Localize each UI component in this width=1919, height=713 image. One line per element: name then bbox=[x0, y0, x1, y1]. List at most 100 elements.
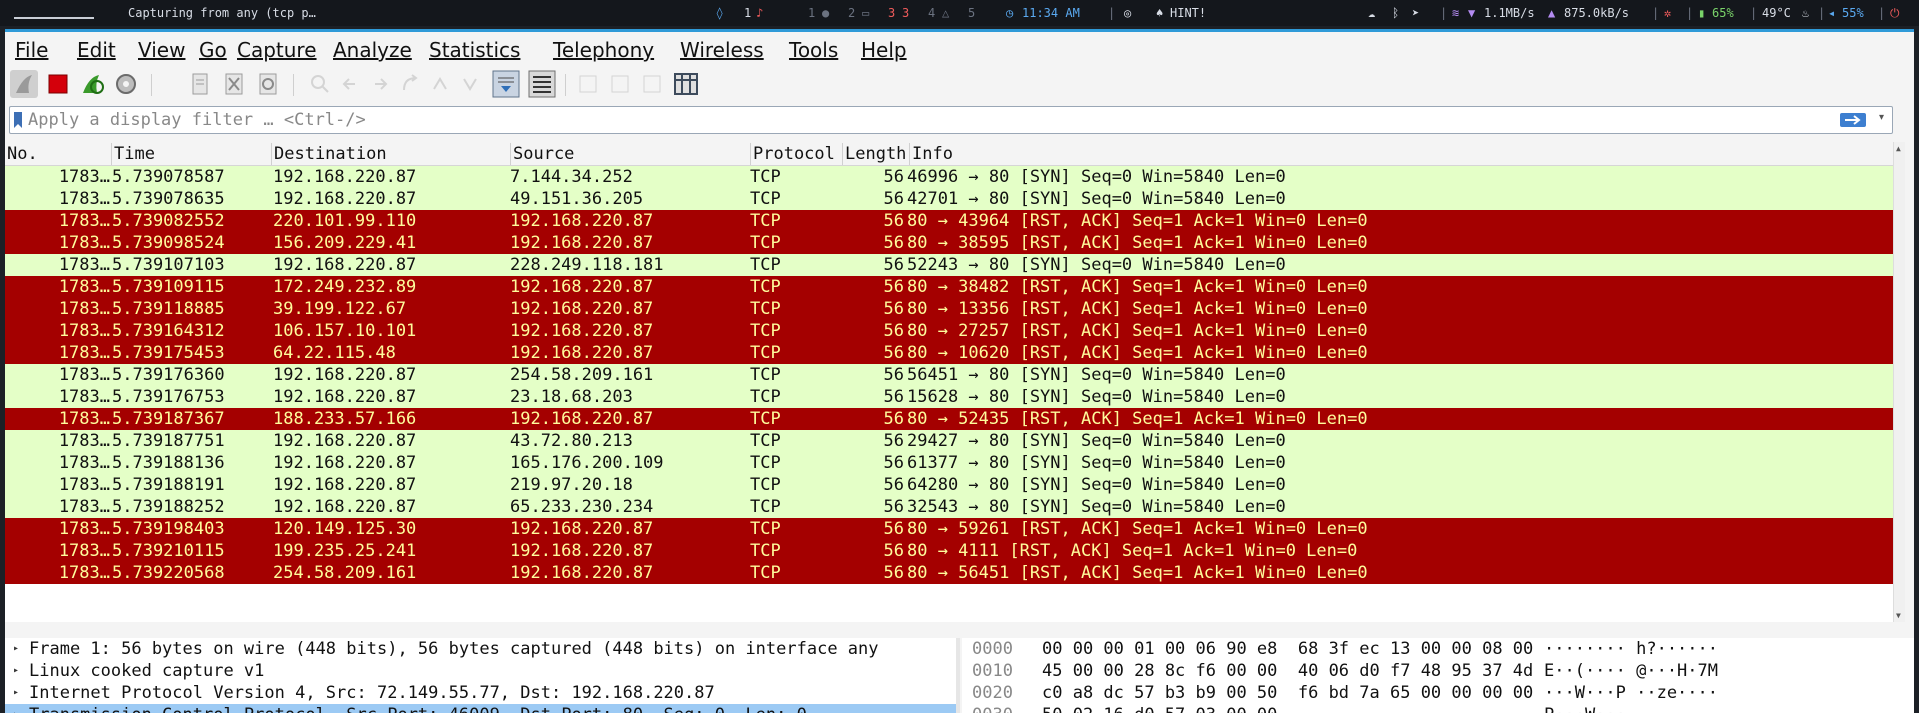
packet-row[interactable]: 1783… 5.739175453 64.22.115.48 192.168.220.… bbox=[5, 342, 1901, 364]
hex-ascii[interactable]: ········ h?······ bbox=[1544, 638, 1718, 660]
menu-tools[interactable]: Tools bbox=[789, 38, 838, 62]
menu-help[interactable]: Help bbox=[861, 38, 907, 62]
scroll-up-icon[interactable]: ▲ bbox=[1896, 144, 1901, 153]
go-forward-button[interactable] bbox=[365, 69, 395, 99]
detail-tree-item[interactable]: ▸ Transmission Control Protocol, Src Port… bbox=[5, 704, 956, 713]
volume-icon[interactable]: ◂ bbox=[1828, 0, 1835, 26]
menu-telephony[interactable]: Telephony bbox=[553, 38, 654, 62]
expand-arrow-icon[interactable]: ▸ bbox=[13, 638, 19, 660]
clock-time[interactable]: 11:34 AM bbox=[1022, 0, 1080, 26]
zoom-out-button[interactable] bbox=[605, 69, 635, 99]
autoscroll-button[interactable] bbox=[491, 69, 521, 99]
close-file-button[interactable] bbox=[219, 69, 249, 99]
open-file-button[interactable] bbox=[185, 69, 215, 99]
packet-row[interactable]: 1783… 5.739188136 192.168.220.87 165.176.20… bbox=[5, 452, 1901, 474]
hex-offset[interactable]: 0030 bbox=[972, 704, 1013, 713]
workspace-1[interactable]: 1 bbox=[808, 0, 815, 26]
col-header-protocol[interactable]: Protocol bbox=[751, 143, 843, 165]
detail-tree-item[interactable]: ▸ Frame 1: 56 bytes on wire (448 bits), 5… bbox=[5, 638, 956, 660]
power-icon[interactable]: ⏻ bbox=[1890, 0, 1900, 26]
hex-offset[interactable]: 0020 bbox=[972, 682, 1013, 704]
menu-statistics[interactable]: Statistics bbox=[429, 38, 520, 62]
bell-icon[interactable]: ♪ bbox=[756, 0, 763, 26]
menu-wireless[interactable]: Wireless bbox=[680, 38, 764, 62]
packet-row[interactable]: 1783… 5.739198403 120.149.125.30 192.168.22… bbox=[5, 518, 1901, 540]
stop-capture-button[interactable] bbox=[43, 69, 73, 99]
col-header-info[interactable]: Info bbox=[910, 143, 1893, 165]
start-capture-button[interactable] bbox=[9, 69, 39, 99]
menu-go[interactable]: Go bbox=[199, 38, 227, 62]
zoom-in-button[interactable] bbox=[573, 69, 603, 99]
workspace-4[interactable]: 4 bbox=[928, 0, 935, 26]
packet-row[interactable]: 1783… 5.739109115 172.249.232.89 192.168.22… bbox=[5, 276, 1901, 298]
col-header-no[interactable]: No. bbox=[5, 143, 112, 165]
packet-row[interactable]: 1783… 5.739210115 199.235.25.241 192.168.22… bbox=[5, 540, 1901, 562]
resize-columns-button[interactable] bbox=[671, 69, 701, 99]
col-header-length[interactable]: Length bbox=[843, 143, 910, 165]
packet-row[interactable]: 1783… 5.739220568 254.58.209.161 192.168.22… bbox=[5, 562, 1901, 584]
menu-file[interactable]: File bbox=[15, 38, 48, 62]
packet-row[interactable]: 1783… 5.739164312 106.157.10.101 192.168.22… bbox=[5, 320, 1901, 342]
go-back-button[interactable] bbox=[335, 69, 365, 99]
cloud-icon[interactable]: ☁ bbox=[1368, 0, 1375, 26]
packet-row[interactable]: 1783… 5.739107103 192.168.220.87 228.249.11… bbox=[5, 254, 1901, 276]
workspace-5[interactable]: 5 bbox=[968, 0, 975, 26]
bookmark-icon[interactable] bbox=[14, 112, 22, 128]
eye-off-icon[interactable]: ◎ bbox=[1124, 0, 1131, 26]
reload-file-button[interactable] bbox=[253, 69, 283, 99]
packet-row[interactable]: 1783… 5.739078587 192.168.220.87 7.144.34.2… bbox=[5, 166, 1901, 188]
menu-capture[interactable]: Capture bbox=[237, 38, 317, 62]
telegram-icon[interactable]: ➤ bbox=[1412, 0, 1419, 26]
packet-row[interactable]: 1783… 5.739188191 192.168.220.87 219.97.20.… bbox=[5, 474, 1901, 496]
apply-filter-arrow-icon[interactable] bbox=[1840, 113, 1866, 127]
menu-edit[interactable]: Edit bbox=[77, 38, 116, 62]
first-packet-button[interactable] bbox=[425, 69, 455, 99]
hex-bytes[interactable]: 45 00 00 28 8c f6 00 00 40 06 d0 f7 48 9… bbox=[1042, 660, 1533, 682]
packet-row[interactable]: 1783… 5.739082552 220.101.99.110 192.168.22… bbox=[5, 210, 1901, 232]
last-packet-button[interactable] bbox=[455, 69, 485, 99]
col-header-time[interactable]: Time bbox=[112, 143, 272, 165]
hex-offset[interactable]: 0000 bbox=[972, 638, 1013, 660]
filter-history-dropdown[interactable]: ▾ bbox=[1879, 112, 1884, 123]
hex-bytes[interactable]: 50 02 16 d0 57 03 00 00 bbox=[1042, 704, 1277, 713]
packet-row[interactable]: 1783… 5.739187751 192.168.220.87 43.72.80.2… bbox=[5, 430, 1901, 452]
hex-ascii[interactable]: P···W··· bbox=[1544, 704, 1626, 713]
volume-level[interactable]: 55% bbox=[1842, 0, 1864, 26]
hex-offset[interactable]: 0010 bbox=[972, 660, 1013, 682]
settings-icon[interactable]: ✲ bbox=[1664, 0, 1671, 26]
hex-ascii[interactable]: E··(···· @···H·7M bbox=[1544, 660, 1718, 682]
detail-tree-item[interactable]: ▸ Linux cooked capture v1 bbox=[5, 660, 956, 682]
packet-row[interactable]: 1783… 5.739078635 192.168.220.87 49.151.36.… bbox=[5, 188, 1901, 210]
hint-label[interactable]: HINT! bbox=[1170, 0, 1206, 26]
packet-row[interactable]: 1783… 5.739176360 192.168.220.87 254.58.209… bbox=[5, 364, 1901, 386]
scroll-down-icon[interactable]: ▼ bbox=[1896, 611, 1901, 620]
hex-bytes[interactable]: c0 a8 dc 57 b3 b9 00 50 f6 bd 7a 65 00 0… bbox=[1042, 682, 1533, 704]
packet-row[interactable]: 1783… 5.739176753 192.168.220.87 23.18.68.2… bbox=[5, 386, 1901, 408]
notification-count[interactable]: 1 bbox=[744, 0, 751, 26]
hex-bytes[interactable]: 00 00 00 01 00 06 90 e8 68 3f ec 13 00 0… bbox=[1042, 638, 1533, 660]
packet-list-scrollbar[interactable]: ▲ ▼ bbox=[1893, 142, 1905, 622]
workspace-2[interactable]: 2 bbox=[848, 0, 855, 26]
go-to-packet-button[interactable] bbox=[395, 69, 425, 99]
packet-row[interactable]: 1783… 5.739187367 188.233.57.166 192.168.22… bbox=[5, 408, 1901, 430]
colorize-button[interactable] bbox=[527, 69, 557, 99]
find-packet-button[interactable] bbox=[305, 69, 335, 99]
packet-row[interactable]: 1783… 5.739118885 39.199.122.67 192.168.220… bbox=[5, 298, 1901, 320]
expand-arrow-icon[interactable]: ▸ bbox=[13, 704, 19, 713]
menu-analyze[interactable]: Analyze bbox=[333, 38, 412, 62]
workspace-3[interactable]: 3 bbox=[888, 0, 895, 26]
bluetooth-icon[interactable]: ᛒ bbox=[1392, 0, 1399, 26]
expand-arrow-icon[interactable]: ▸ bbox=[13, 682, 19, 704]
restart-capture-button[interactable] bbox=[77, 69, 107, 99]
packet-row[interactable]: 1783… 5.739098524 156.209.229.41 192.168.22… bbox=[5, 232, 1901, 254]
detail-tree-item[interactable]: ▸ Internet Protocol Version 4, Src: 72.14… bbox=[5, 682, 956, 704]
normal-size-button[interactable] bbox=[637, 69, 667, 99]
display-filter-input[interactable] bbox=[28, 109, 1828, 131]
col-header-destination[interactable]: Destination bbox=[272, 143, 511, 165]
expand-arrow-icon[interactable]: ▸ bbox=[13, 660, 19, 682]
capture-options-button[interactable] bbox=[111, 69, 141, 99]
menu-view[interactable]: View bbox=[138, 38, 185, 62]
packet-row[interactable]: 1783… 5.739188252 192.168.220.87 65.233.230… bbox=[5, 496, 1901, 518]
hex-ascii[interactable]: ···W···P ··ze···· bbox=[1544, 682, 1718, 704]
col-header-source[interactable]: Source bbox=[511, 143, 751, 165]
